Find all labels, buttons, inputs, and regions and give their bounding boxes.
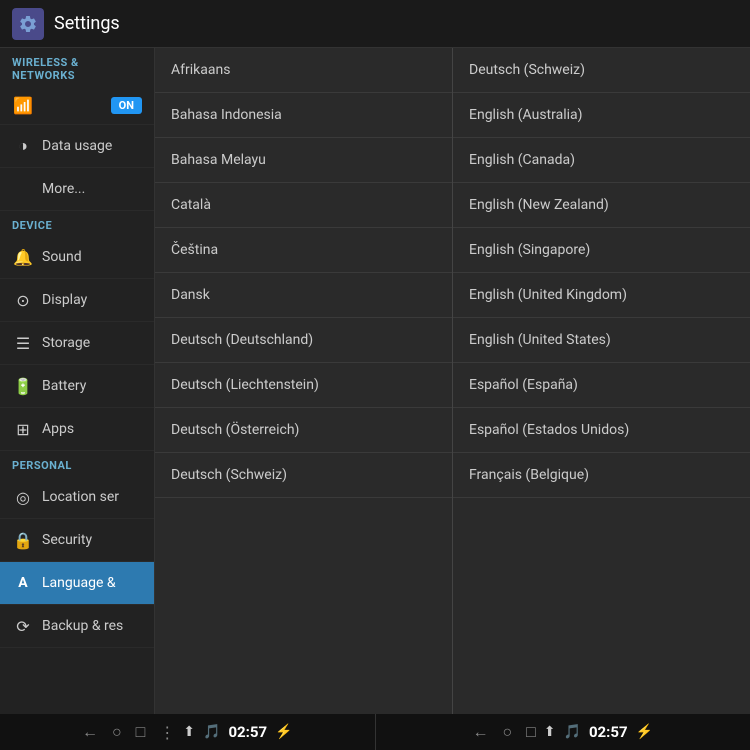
sidebar-item-more[interactable]: More... <box>0 168 154 211</box>
language-item[interactable]: English (Singapore) <box>453 228 750 273</box>
sidebar-item-data-usage-label: Data usage <box>42 138 112 154</box>
sidebar-item-security[interactable]: 🔒 Security <box>0 519 154 562</box>
usb-icon-left: ⬆ <box>183 724 195 740</box>
language-item[interactable]: Deutsch (Liechtenstein) <box>155 363 452 408</box>
language-item[interactable]: Català <box>155 183 452 228</box>
sidebar-item-backup[interactable]: ⟳ Backup & res <box>0 605 154 648</box>
sidebar-item-more-label: More... <box>42 181 85 197</box>
battery-status-left: ⚡ <box>275 724 292 740</box>
sidebar-item-location-label: Location ser <box>42 489 119 505</box>
audio-icon-left: 🎵 <box>203 724 220 740</box>
backup-icon: ⟳ <box>12 615 34 637</box>
home-icon-right[interactable]: ○ <box>502 722 512 742</box>
recents-icon[interactable]: □ <box>136 722 146 742</box>
section-wireless-header: WIRELESS & NETWORKS <box>0 48 154 86</box>
language-item[interactable]: Español (Estados Unidos) <box>453 408 750 453</box>
sidebar-item-sound-label: Sound <box>42 249 82 265</box>
sound-icon: 🔔 <box>12 246 34 268</box>
language-item[interactable]: Deutsch (Österreich) <box>155 408 452 453</box>
back-icon-right[interactable]: ← <box>472 722 488 742</box>
status-right: ← ○ □ ⬆ 🎵 02:57 ⚡ <box>376 722 750 742</box>
sidebar: WIRELESS & NETWORKS 📶 ON ◑ Data usage Mo… <box>0 48 155 714</box>
back-icon[interactable]: ← <box>82 722 98 742</box>
sidebar-item-storage[interactable]: ☰ Storage <box>0 322 154 365</box>
time-right: 02:57 <box>589 723 628 741</box>
sidebar-item-data-usage[interactable]: ◑ Data usage <box>0 125 154 168</box>
language-item[interactable]: English (Canada) <box>453 138 750 183</box>
more-icon <box>12 178 34 200</box>
status-left: ← ○ □ ⋮ ⬆ 🎵 02:57 ⚡ <box>0 722 375 742</box>
security-icon: 🔒 <box>12 529 34 551</box>
wifi-icon: 📶 <box>12 94 34 116</box>
language-item[interactable]: Dansk <box>155 273 452 318</box>
wifi-toggle-on[interactable]: ON <box>111 97 142 114</box>
sidebar-item-battery-label: Battery <box>42 378 86 394</box>
sidebar-item-language[interactable]: A Language & <box>0 562 154 605</box>
sidebar-item-security-label: Security <box>42 532 92 548</box>
language-column-right: Deutsch (Schweiz)English (Australia)Engl… <box>453 48 750 714</box>
language-item[interactable]: Français (Belgique) <box>453 453 750 498</box>
nav-icons-left: ← ○ □ ⋮ <box>82 722 175 742</box>
main-content: WIRELESS & NETWORKS 📶 ON ◑ Data usage Mo… <box>0 48 750 714</box>
display-icon: ⊙ <box>12 289 34 311</box>
apps-icon: ⊞ <box>12 418 34 440</box>
language-icon: A <box>12 572 34 594</box>
sidebar-item-wifi[interactable]: 📶 ON <box>0 86 154 125</box>
language-item[interactable]: English (New Zealand) <box>453 183 750 228</box>
sidebar-item-backup-label: Backup & res <box>42 618 123 634</box>
language-item[interactable]: English (Australia) <box>453 93 750 138</box>
sidebar-item-apps-label: Apps <box>42 421 74 437</box>
language-item[interactable]: Afrikaans <box>155 48 452 93</box>
language-item[interactable]: Español (España) <box>453 363 750 408</box>
language-item[interactable]: English (United Kingdom) <box>453 273 750 318</box>
language-item[interactable]: Bahasa Melayu <box>155 138 452 183</box>
top-bar: Settings <box>0 0 750 48</box>
status-bar: ← ○ □ ⋮ ⬆ 🎵 02:57 ⚡ ← ○ □ ⬆ 🎵 02:57 ⚡ <box>0 714 750 750</box>
section-device-header: DEVICE <box>0 211 154 236</box>
storage-icon: ☰ <box>12 332 34 354</box>
nav-icons-right: ← ○ □ <box>472 722 535 742</box>
usb-icon-right: ⬆ <box>544 724 556 740</box>
battery-status-right: ⚡ <box>636 724 653 740</box>
sidebar-item-language-label: Language & <box>42 575 116 591</box>
language-item[interactable]: Deutsch (Schweiz) <box>453 48 750 93</box>
data-usage-icon: ◑ <box>12 135 34 157</box>
language-item[interactable]: Čeština <box>155 228 452 273</box>
language-panel: AfrikaansBahasa IndonesiaBahasa MelayuCa… <box>155 48 750 714</box>
audio-icon-right: 🎵 <box>564 724 581 740</box>
sidebar-item-apps[interactable]: ⊞ Apps <box>0 408 154 451</box>
language-item[interactable]: Bahasa Indonesia <box>155 93 452 138</box>
battery-icon: 🔋 <box>12 375 34 397</box>
recents-icon-right[interactable]: □ <box>526 722 536 742</box>
section-personal-header: PERSONAL <box>0 451 154 476</box>
sidebar-item-display[interactable]: ⊙ Display <box>0 279 154 322</box>
language-item[interactable]: Deutsch (Deutschland) <box>155 318 452 363</box>
sidebar-item-display-label: Display <box>42 292 87 308</box>
language-item[interactable]: Deutsch (Schweiz) <box>155 453 452 498</box>
location-icon: ◎ <box>12 486 34 508</box>
time-left: 02:57 <box>228 723 267 741</box>
sidebar-item-battery[interactable]: 🔋 Battery <box>0 365 154 408</box>
sidebar-item-location[interactable]: ◎ Location ser <box>0 476 154 519</box>
home-icon[interactable]: ○ <box>112 722 122 742</box>
settings-app-icon <box>12 8 44 40</box>
sidebar-item-sound[interactable]: 🔔 Sound <box>0 236 154 279</box>
menu-icon[interactable]: ⋮ <box>159 723 175 742</box>
page-title: Settings <box>54 13 120 34</box>
language-item[interactable]: English (United States) <box>453 318 750 363</box>
sidebar-item-storage-label: Storage <box>42 335 90 351</box>
language-column-left: AfrikaansBahasa IndonesiaBahasa MelayuCa… <box>155 48 453 714</box>
